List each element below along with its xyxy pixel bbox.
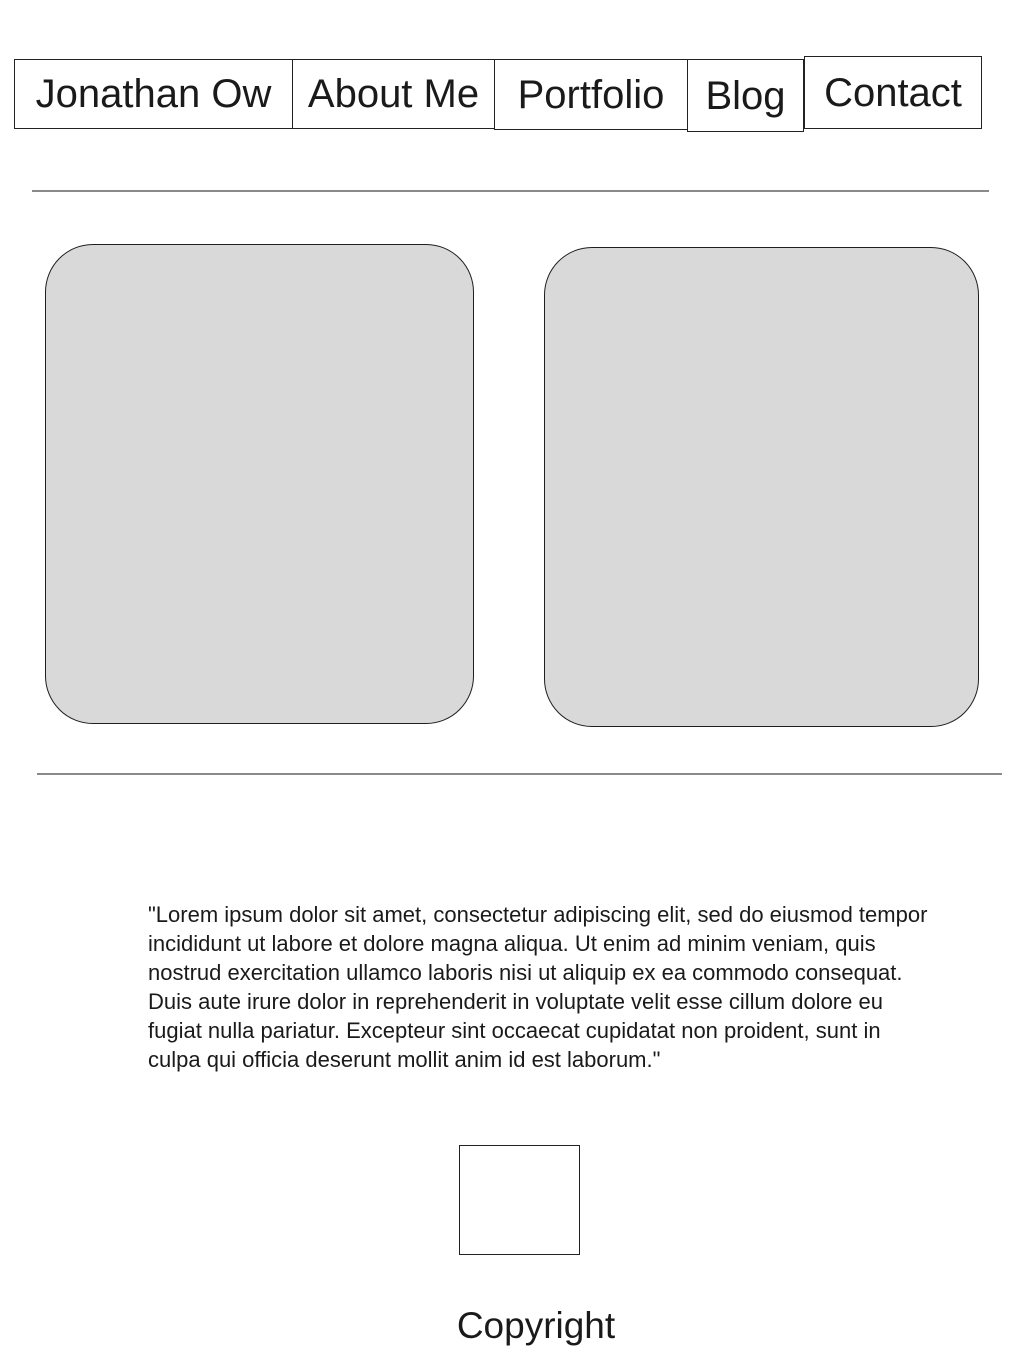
- image-placeholder-left[interactable]: [45, 244, 474, 724]
- image-placeholder-right[interactable]: [544, 247, 979, 727]
- nav-item-blog[interactable]: Blog: [687, 59, 804, 132]
- nav-item-about-label: About Me: [307, 72, 480, 116]
- bottom-divider: [37, 773, 1002, 775]
- nav-item-contact[interactable]: Contact: [804, 56, 982, 129]
- nav-site-name-label: Jonathan Ow: [35, 72, 272, 116]
- quote-text: "Lorem ipsum dolor sit amet, consectetur…: [148, 902, 928, 1072]
- top-divider: [32, 190, 989, 192]
- footer-logo-placeholder: [459, 1145, 580, 1255]
- nav-item-about[interactable]: About Me: [292, 59, 495, 129]
- nav-item-contact-label: Contact: [824, 70, 962, 115]
- nav-item-portfolio[interactable]: Portfolio: [494, 59, 688, 130]
- nav-item-portfolio-label: Portfolio: [517, 72, 665, 117]
- copyright-text: Copyright: [456, 1305, 616, 1346]
- nav-site-name[interactable]: Jonathan Ow: [14, 59, 293, 129]
- nav-item-blog-label: Blog: [705, 73, 786, 118]
